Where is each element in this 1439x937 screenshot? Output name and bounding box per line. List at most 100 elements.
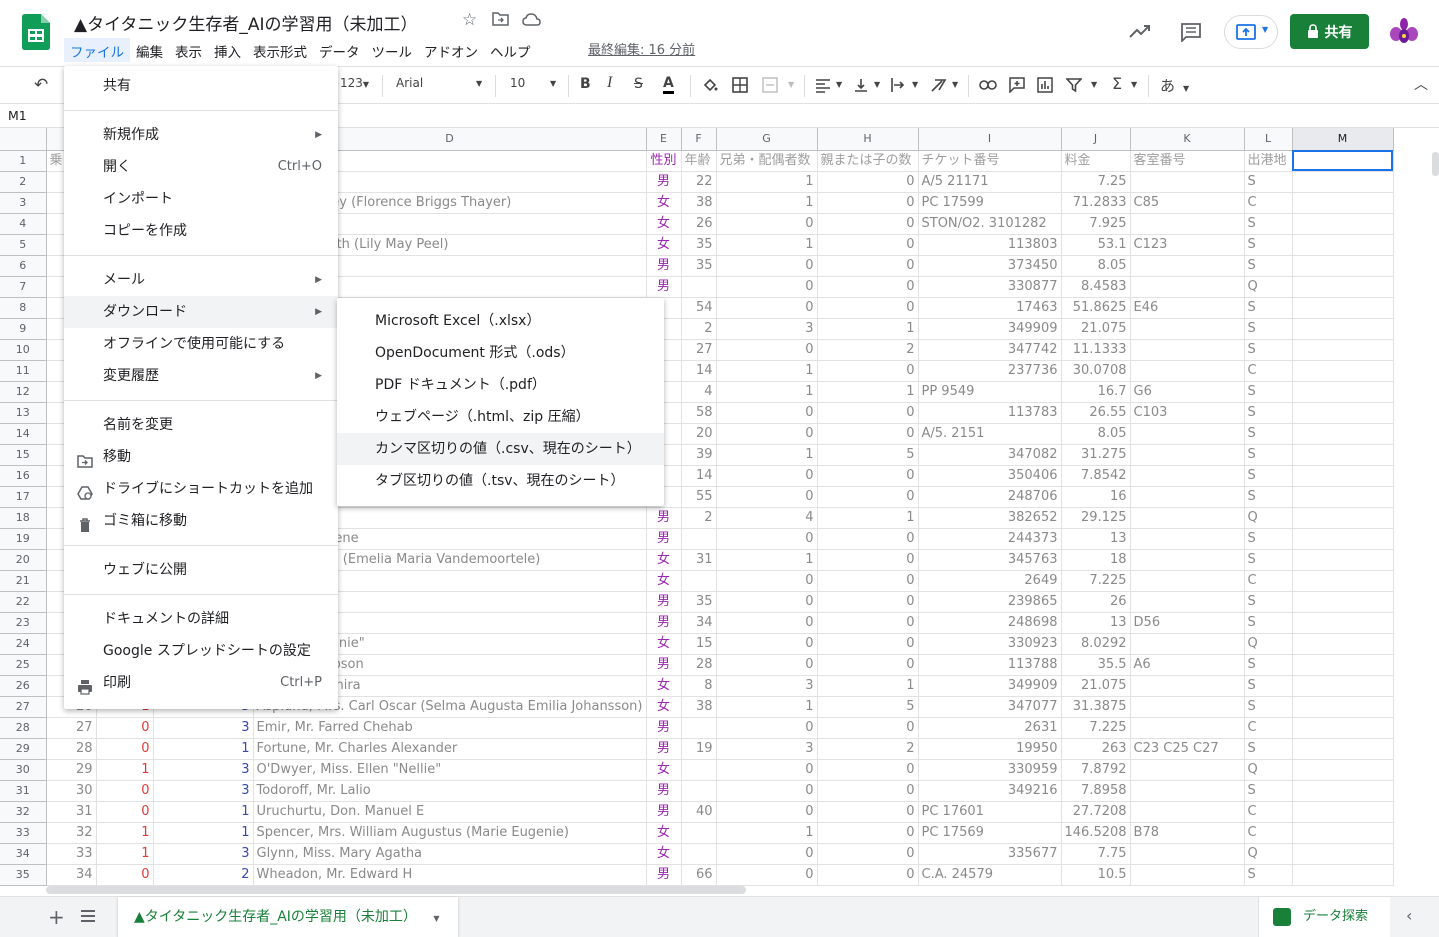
cell-g[interactable]: 0 xyxy=(716,465,818,487)
share-button[interactable]: 共有 xyxy=(1290,14,1369,49)
row-number[interactable]: 13 xyxy=(0,402,47,424)
cell-h[interactable]: 0 xyxy=(817,213,919,235)
sheet-tab[interactable]: ▲タイタニック生存者_AIの学習用（未加工） ▼ xyxy=(118,897,458,937)
cell-m[interactable] xyxy=(1292,528,1394,550)
cell-f[interactable]: 39 xyxy=(681,444,717,466)
cell-g[interactable]: 0 xyxy=(716,339,818,361)
column-header-f[interactable]: F xyxy=(681,128,717,151)
cell-h[interactable]: 0 xyxy=(817,465,919,487)
cell-h[interactable]: 0 xyxy=(817,843,919,865)
cell-fare[interactable]: 21.075 xyxy=(1061,675,1131,697)
column-header-g[interactable]: G xyxy=(716,128,818,151)
cell-sex[interactable]: 男 xyxy=(646,591,682,613)
cell-f[interactable]: 40 xyxy=(681,801,717,823)
cell-f[interactable]: 26 xyxy=(681,213,717,235)
all-sheets-icon[interactable] xyxy=(80,909,96,923)
cell-ticket[interactable]: STON/O2. 3101282 xyxy=(918,213,1062,235)
cell-survived[interactable]: 0 xyxy=(96,864,154,886)
cell-h[interactable]: 0 xyxy=(817,297,919,319)
cell-g[interactable]: 0 xyxy=(716,255,818,277)
cell-m[interactable] xyxy=(1292,675,1394,697)
cell-g[interactable]: 0 xyxy=(716,759,818,781)
cell-f[interactable]: 2 xyxy=(681,318,717,340)
cell-ticket[interactable]: 349909 xyxy=(918,318,1062,340)
number-format-select[interactable]: 123▼ xyxy=(340,76,369,90)
cell-g[interactable]: 0 xyxy=(716,423,818,445)
cell-fare[interactable]: 263 xyxy=(1061,738,1131,760)
cell-h[interactable]: 0 xyxy=(817,171,919,193)
cell-g[interactable]: 1 xyxy=(716,234,818,256)
file-menu-item[interactable]: ドキュメントの詳細 xyxy=(64,603,338,635)
cell-sex[interactable]: 男 xyxy=(646,276,682,298)
cell-m[interactable] xyxy=(1292,402,1394,424)
cell-ticket[interactable]: A/5 21171 xyxy=(918,171,1062,193)
cell-g[interactable]: 3 xyxy=(716,318,818,340)
cell-cabin[interactable] xyxy=(1130,717,1245,739)
sheets-logo-icon[interactable] xyxy=(22,14,50,50)
present-button[interactable]: ▼ xyxy=(1224,15,1278,49)
row-number[interactable]: 3 xyxy=(0,192,47,214)
cell-h[interactable]: 0 xyxy=(817,570,919,592)
row-number[interactable]: 6 xyxy=(0,255,47,277)
file-menu-item[interactable]: メール ▶ xyxy=(64,264,338,296)
cell-sex[interactable]: 男 xyxy=(646,654,682,676)
cell-h[interactable]: 0 xyxy=(817,255,919,277)
cell-g[interactable]: 0 xyxy=(716,276,818,298)
cell-cabin[interactable]: C85 xyxy=(1130,192,1245,214)
cell-f[interactable]: 35 xyxy=(681,591,717,613)
cell-sex[interactable]: 女 xyxy=(646,192,682,214)
cell-cabin[interactable]: G6 xyxy=(1130,381,1245,403)
cell-h[interactable]: 0 xyxy=(817,717,919,739)
cell-m[interactable] xyxy=(1292,738,1394,760)
header-cell-f[interactable]: 年齢 xyxy=(681,150,717,172)
file-menu-item[interactable]: ダウンロード ▶ xyxy=(64,296,338,328)
cell-sex[interactable]: 女 xyxy=(646,675,682,697)
cell-fare[interactable]: 31.3875 xyxy=(1061,696,1131,718)
cell-m[interactable] xyxy=(1292,780,1394,802)
cell-m[interactable] xyxy=(1292,213,1394,235)
vertical-scrollbar[interactable] xyxy=(1432,152,1439,176)
cell-h[interactable]: 0 xyxy=(817,486,919,508)
row-number[interactable]: 4 xyxy=(0,213,47,235)
cell-g[interactable]: 0 xyxy=(716,486,818,508)
cell-sex[interactable]: 女 xyxy=(646,822,682,844)
row-number[interactable]: 32 xyxy=(0,801,47,823)
cell-cabin[interactable]: A6 xyxy=(1130,654,1245,676)
row-number[interactable]: 25 xyxy=(0,654,47,676)
cell-embarked[interactable]: S xyxy=(1244,591,1293,613)
header-cell-e[interactable]: 性別 xyxy=(646,150,682,172)
row-number[interactable]: 30 xyxy=(0,759,47,781)
cell-name[interactable]: Wheadon, Mr. Edward H xyxy=(253,864,647,886)
cell-fare[interactable]: 31.275 xyxy=(1061,444,1131,466)
row-number[interactable]: 2 xyxy=(0,171,47,193)
row-number[interactable]: 21 xyxy=(0,570,47,592)
cell-m[interactable] xyxy=(1292,696,1394,718)
cell-embarked[interactable]: S xyxy=(1244,339,1293,361)
column-header-k[interactable]: K xyxy=(1130,128,1245,151)
cell-cabin[interactable] xyxy=(1130,213,1245,235)
cell-embarked[interactable]: S xyxy=(1244,402,1293,424)
cell-ticket[interactable]: 2631 xyxy=(918,717,1062,739)
cell-ticket[interactable]: PC 17569 xyxy=(918,822,1062,844)
cell-ticket[interactable]: 347077 xyxy=(918,696,1062,718)
cell-fare[interactable]: 7.225 xyxy=(1061,570,1131,592)
cell-f[interactable]: 35 xyxy=(681,234,717,256)
cell-passenger-id[interactable]: 28 xyxy=(46,738,97,760)
cell-sex[interactable]: 男 xyxy=(646,801,682,823)
cell-passenger-id[interactable]: 29 xyxy=(46,759,97,781)
cell-h[interactable]: 0 xyxy=(817,276,919,298)
cell-m[interactable] xyxy=(1292,801,1394,823)
row-number[interactable]: 16 xyxy=(0,465,47,487)
cell-ticket[interactable]: 244373 xyxy=(918,528,1062,550)
cell-h[interactable]: 0 xyxy=(817,360,919,382)
cell-embarked[interactable]: S xyxy=(1244,738,1293,760)
row-number[interactable]: 24 xyxy=(0,633,47,655)
cell-h[interactable]: 0 xyxy=(817,654,919,676)
menu-file[interactable]: ファイル xyxy=(64,38,130,62)
cell-embarked[interactable]: C xyxy=(1244,570,1293,592)
download-format-item[interactable]: PDF ドキュメント（.pdf） xyxy=(337,369,664,401)
cell-sex[interactable]: 女 xyxy=(646,213,682,235)
cell-g[interactable]: 0 xyxy=(716,612,818,634)
cell-survived[interactable]: 1 xyxy=(96,822,154,844)
cell-embarked[interactable]: Q xyxy=(1244,759,1293,781)
